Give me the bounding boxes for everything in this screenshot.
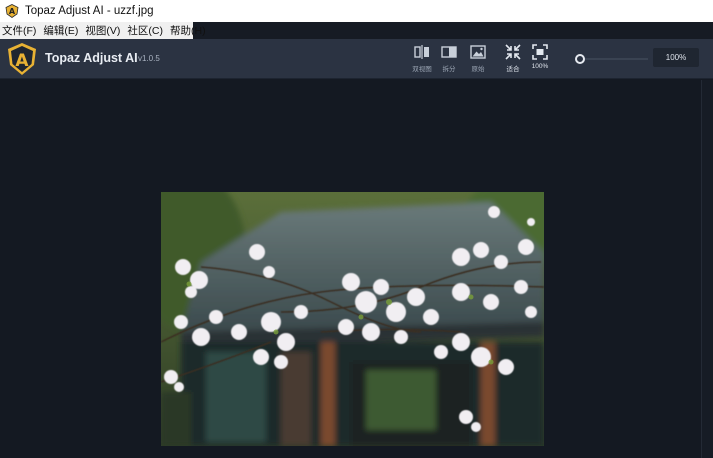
split-view-icon [441, 46, 457, 58]
topaz-app-icon: A [5, 4, 19, 18]
zoom-value-field[interactable]: 100% [653, 48, 699, 67]
actual-size-label: 100% [531, 63, 549, 70]
original-image-icon [470, 45, 486, 59]
original-view-button[interactable]: 原始 [461, 43, 495, 75]
actual-size-icon [532, 44, 548, 60]
cherry-blossom-photo [161, 192, 544, 446]
window-title-bar: A Topaz Adjust AI - uzzf.jpg [0, 0, 713, 22]
compare-view-label: 双视图 [412, 66, 432, 73]
actual-size-button[interactable]: 100% [523, 43, 557, 75]
svg-text:A: A [15, 51, 29, 71]
original-view-label: 原始 [471, 66, 485, 73]
menu-help[interactable]: 帮助(H) [170, 23, 206, 38]
menu-view[interactable]: 视图(V) [85, 23, 120, 38]
svg-text:A: A [9, 7, 16, 16]
menu-community[interactable]: 社区(C) [127, 23, 163, 38]
zoom-slider-track[interactable] [580, 58, 648, 60]
split-view-label: 拆分 [442, 66, 456, 73]
topaz-logo-icon: A [8, 43, 36, 75]
menu-bar: 文件(F) 编辑(E) 视图(V) 社区(C) 帮助(H) [0, 22, 713, 39]
menu-list: 文件(F) 编辑(E) 视图(V) 社区(C) 帮助(H) [0, 22, 206, 39]
fit-label: 适合 [506, 66, 520, 73]
menu-edit[interactable]: 编辑(E) [43, 23, 78, 38]
menu-file[interactable]: 文件(F) [2, 23, 36, 38]
compare-view-icon [414, 45, 429, 59]
window-title: Topaz Adjust AI - uzzf.jpg [25, 5, 154, 17]
app-version: v1.0.5 [138, 54, 160, 63]
right-panel-edge[interactable] [701, 80, 713, 458]
zoom-slider-handle[interactable] [575, 54, 585, 64]
preview-image[interactable] [161, 192, 544, 446]
app-name: Topaz Adjust AI [45, 51, 138, 65]
fit-screen-icon [505, 44, 521, 60]
